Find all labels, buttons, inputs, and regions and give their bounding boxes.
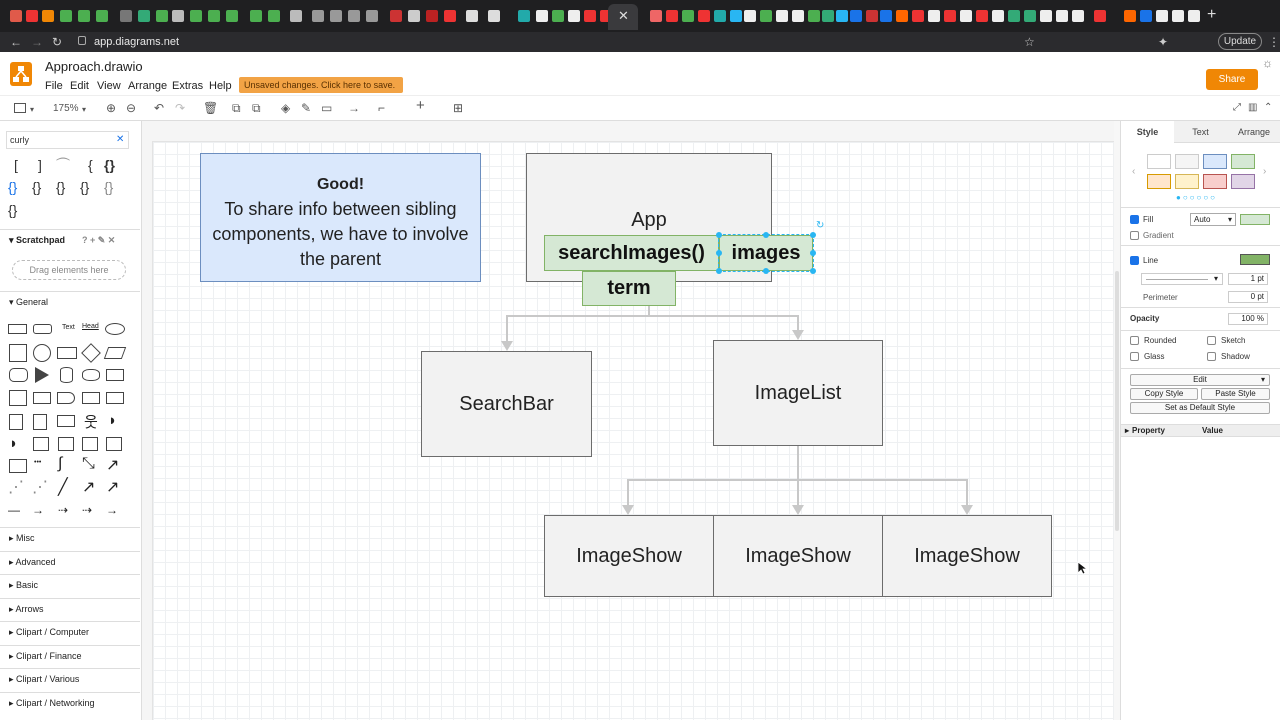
imageshow-component-box[interactable]: ImageShow	[713, 515, 883, 597]
search-images-label: searchImages()	[558, 241, 705, 264]
searchbar-component-box[interactable]: SearchBar	[421, 351, 592, 457]
app-label: App	[631, 209, 667, 231]
value-header: Value	[1202, 426, 1223, 435]
opacity-label: Opacity	[1130, 314, 1160, 323]
style-swatch[interactable]	[1175, 174, 1199, 189]
divider	[1121, 245, 1280, 246]
chevron-down-icon: ▾	[1214, 274, 1219, 283]
term-box[interactable]: term	[582, 271, 676, 306]
connectors-layer	[501, 306, 973, 515]
line-width-input[interactable]: 1 pt	[1228, 273, 1268, 285]
imageshow-label: ImageShow	[576, 544, 682, 567]
resize-handle[interactable]	[716, 268, 722, 274]
tab-style[interactable]: Style	[1121, 121, 1174, 143]
fill-label: Fill	[1143, 215, 1154, 224]
gradient-label: Gradient	[1143, 231, 1174, 240]
glass-checkbox[interactable]	[1130, 352, 1139, 361]
searchbar-label: SearchBar	[459, 392, 554, 415]
images-label: images	[731, 241, 801, 264]
imagelist-component-box[interactable]: ImageList	[713, 340, 883, 446]
shadow-checkbox[interactable]	[1207, 352, 1216, 361]
fill-mode-select[interactable]: Auto ▾	[1190, 213, 1236, 226]
resize-handle[interactable]	[810, 232, 816, 238]
resize-handle[interactable]	[763, 232, 769, 238]
info-note[interactable]: Good! To share info between sibling comp…	[200, 153, 481, 282]
chevron-right-icon[interactable]: ›	[1263, 166, 1266, 177]
divider	[1121, 368, 1280, 369]
property-header: Property	[1132, 426, 1165, 435]
line-checkbox[interactable]	[1130, 256, 1139, 265]
mouse-cursor-icon	[1077, 561, 1087, 575]
chevron-right-icon[interactable]: ▸	[1125, 426, 1129, 435]
format-panel: Style Text Arrange ‹ › ●○○○○○ Fill Auto …	[1120, 121, 1280, 720]
style-swatch[interactable]	[1203, 174, 1227, 189]
rotate-handle-icon[interactable]: ↻	[816, 220, 824, 231]
style-swatch[interactable]	[1231, 174, 1255, 189]
line-color-swatch[interactable]	[1240, 254, 1270, 265]
term-label: term	[607, 277, 651, 299]
swatch-pager-dots[interactable]: ●○○○○○	[1176, 193, 1217, 202]
tab-arrange[interactable]: Arrange	[1227, 121, 1280, 143]
shadow-label: Shadow	[1221, 352, 1250, 361]
chevron-down-icon: ▾	[1228, 215, 1233, 224]
line-style-select[interactable]: ▾	[1141, 273, 1223, 285]
property-table-header: ▸ Property Value	[1121, 424, 1280, 437]
search-images-box[interactable]: searchImages()	[544, 235, 719, 271]
set-default-style-button[interactable]: Set as Default Style	[1130, 402, 1270, 414]
imagelist-label: ImageList	[754, 381, 842, 404]
divider	[1121, 307, 1280, 308]
sketch-label: Sketch	[1221, 336, 1246, 345]
style-swatch[interactable]	[1175, 154, 1199, 169]
tab-text[interactable]: Text	[1174, 121, 1227, 143]
images-box[interactable]: images	[718, 234, 814, 272]
chevron-left-icon[interactable]: ‹	[1132, 166, 1135, 177]
rounded-label: Rounded	[1144, 336, 1177, 345]
imageshow-component-box[interactable]: ImageShow	[882, 515, 1052, 597]
line-label: Line	[1143, 256, 1159, 265]
paste-style-button[interactable]: Paste Style	[1201, 388, 1270, 400]
note-body: To share info between sibling components…	[212, 199, 469, 269]
resize-handle[interactable]	[810, 250, 816, 256]
sketch-checkbox[interactable]	[1207, 336, 1216, 345]
perimeter-input[interactable]: 0 pt	[1228, 291, 1268, 303]
gradient-checkbox[interactable]	[1130, 231, 1139, 240]
note-title: Good!	[316, 176, 365, 193]
copy-style-button[interactable]: Copy Style	[1130, 388, 1198, 400]
fill-color-swatch[interactable]	[1240, 214, 1270, 225]
edit-style-select[interactable]: Edit ▾	[1130, 374, 1270, 386]
resize-handle[interactable]	[810, 268, 816, 274]
resize-handle[interactable]	[716, 232, 722, 238]
style-swatch[interactable]	[1147, 154, 1171, 169]
imageshow-component-box[interactable]: ImageShow	[544, 515, 714, 597]
divider	[1121, 207, 1280, 208]
fill-checkbox[interactable]	[1130, 215, 1139, 224]
imageshow-label: ImageShow	[745, 544, 851, 567]
chevron-down-icon: ▾	[1261, 375, 1266, 384]
rounded-checkbox[interactable]	[1130, 336, 1139, 345]
perimeter-label: Perimeter	[1143, 293, 1178, 302]
line-pattern-preview	[1146, 279, 1208, 280]
style-swatch[interactable]	[1203, 154, 1227, 169]
fill-mode-value: Auto	[1194, 215, 1211, 224]
imageshow-label: ImageShow	[914, 544, 1020, 567]
style-swatch[interactable]	[1147, 174, 1171, 189]
divider	[1121, 330, 1280, 331]
opacity-input[interactable]: 100 %	[1228, 313, 1268, 325]
edit-label: Edit	[1193, 375, 1207, 384]
glass-label: Glass	[1144, 352, 1165, 361]
style-swatch[interactable]	[1231, 154, 1255, 169]
resize-handle[interactable]	[763, 268, 769, 274]
resize-handle[interactable]	[716, 250, 722, 256]
